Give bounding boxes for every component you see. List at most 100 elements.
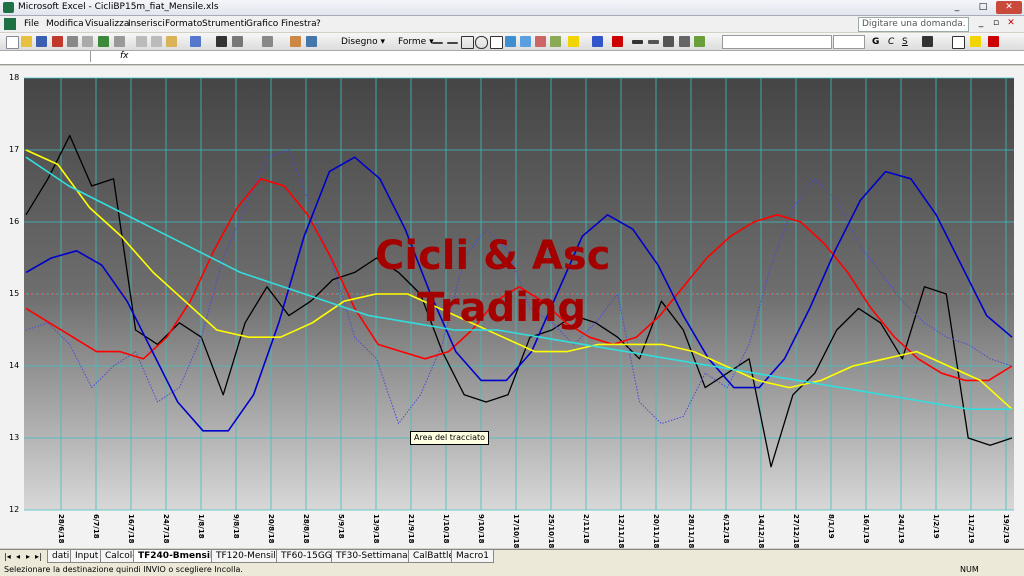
- line-tool-icon[interactable]: [432, 42, 443, 44]
- minimize-button[interactable]: _: [944, 1, 970, 14]
- x-tick-label: 20/8/18: [267, 514, 275, 544]
- x-tick-label: 28/11/18: [687, 514, 695, 549]
- text-color-icon[interactable]: [988, 36, 999, 47]
- fx-icon[interactable]: fx: [120, 51, 129, 61]
- font-size-combo[interactable]: [833, 35, 865, 49]
- autosum-icon[interactable]: [232, 36, 243, 47]
- maximize-button[interactable]: □: [970, 1, 996, 14]
- x-tick-label: 1/10/18: [442, 514, 450, 544]
- menu-strumenti[interactable]: Strumenti: [202, 19, 247, 29]
- next-sheet-button[interactable]: ▸: [26, 552, 30, 561]
- research-icon[interactable]: [114, 36, 125, 47]
- menu-visualizza[interactable]: Visualizza: [85, 19, 129, 29]
- menu-finestra[interactable]: Finestra: [281, 19, 317, 29]
- borders-icon[interactable]: [952, 36, 965, 49]
- print-icon[interactable]: [67, 36, 78, 47]
- textbox-icon[interactable]: [490, 36, 503, 49]
- formula-bar: fx: [0, 51, 1024, 65]
- menu-modifica[interactable]: Modifica: [46, 19, 84, 29]
- picture-icon[interactable]: [550, 36, 561, 47]
- first-sheet-button[interactable]: |◂: [4, 552, 11, 561]
- status-message: Selezionare la destinazione quindi INVIO…: [4, 565, 243, 574]
- underline-button[interactable]: S: [902, 37, 908, 47]
- clipart-icon[interactable]: [535, 36, 546, 47]
- menu-file[interactable]: File: [24, 19, 39, 29]
- diagram-icon[interactable]: [520, 36, 531, 47]
- menu-grafico[interactable]: Grafico: [246, 19, 278, 29]
- x-tick-label: 28/8/18: [302, 514, 310, 544]
- title-bar: Microsoft Excel - CicliBP15m_fiat_Mensil…: [0, 0, 1024, 16]
- doc-restore-button[interactable]: ▫: [990, 17, 1002, 29]
- excel-app-icon: [3, 2, 14, 13]
- chart-wizard-icon[interactable]: [290, 36, 301, 47]
- last-sheet-button[interactable]: ▸|: [35, 552, 42, 561]
- font-color-icon[interactable]: [612, 36, 623, 47]
- save-icon[interactable]: [36, 36, 47, 47]
- y-tick-label: 15: [9, 289, 20, 298]
- chart-tooltip: Area del tracciato: [410, 431, 489, 445]
- x-tick-label: 11/2/19: [967, 514, 975, 544]
- menu-inserisci[interactable]: Inserisci: [128, 19, 165, 29]
- x-tick-label: 1/8/18: [197, 514, 205, 539]
- undo-icon[interactable]: [190, 36, 201, 47]
- sheet-tab-tf60[interactable]: TF60-15GG: [276, 550, 337, 563]
- toolbar: Disegno ▾ Forme ▾ G C S: [0, 33, 1024, 51]
- bold-button[interactable]: G: [872, 37, 879, 47]
- shadow-icon[interactable]: [679, 36, 690, 47]
- copy-icon[interactable]: [151, 36, 162, 47]
- menu-help[interactable]: ?: [316, 19, 321, 29]
- sheet-tab-input[interactable]: Input: [70, 550, 104, 563]
- sort-icon[interactable]: [262, 36, 273, 47]
- help-question-input[interactable]: Digitare una domanda.: [858, 17, 969, 32]
- x-tick-label: 27/12/18: [792, 514, 800, 549]
- y-tick-label: 18: [9, 73, 20, 82]
- zoom-icon[interactable]: [306, 36, 317, 47]
- spelling-icon[interactable]: [98, 36, 109, 47]
- open-icon[interactable]: [21, 36, 32, 47]
- x-tick-label: 24/7/18: [162, 514, 170, 544]
- line-style-icon[interactable]: [632, 40, 643, 44]
- y-tick-label: 14: [9, 361, 20, 370]
- arrow-style-icon[interactable]: [663, 36, 674, 47]
- y-tick-label: 16: [9, 217, 20, 226]
- italic-button[interactable]: C: [888, 37, 894, 47]
- 3d-icon[interactable]: [694, 36, 705, 47]
- dash-style-icon[interactable]: [648, 40, 659, 44]
- doc-close-button[interactable]: ✕: [1005, 17, 1017, 29]
- permission-icon[interactable]: [52, 36, 63, 47]
- line-color-icon[interactable]: [592, 36, 603, 47]
- fill-color-icon[interactable]: [568, 36, 579, 47]
- font-name-combo[interactable]: [722, 35, 832, 49]
- doc-minimize-button[interactable]: _: [975, 17, 987, 29]
- status-bar: Selezionare la destinazione quindi INVIO…: [0, 564, 1024, 576]
- x-tick-label: 6/12/18: [722, 514, 730, 544]
- prev-sheet-button[interactable]: ◂: [16, 552, 20, 561]
- y-tick-label: 12: [9, 505, 20, 514]
- hyperlink-icon[interactable]: [216, 36, 227, 47]
- arrow-tool-icon[interactable]: [447, 42, 458, 44]
- print-preview-icon[interactable]: [82, 36, 93, 47]
- menu-formato[interactable]: Formato: [165, 19, 202, 29]
- new-icon[interactable]: [6, 36, 19, 49]
- close-button[interactable]: ✕: [996, 1, 1022, 14]
- x-tick-label: 12/11/18: [617, 514, 625, 549]
- x-tick-label: 13/9/18: [372, 514, 380, 544]
- oval-tool-icon[interactable]: [475, 36, 488, 49]
- shapes-menu-button[interactable]: Forme ▾: [398, 37, 434, 47]
- x-tick-label: 5/9/18: [337, 514, 345, 539]
- paste-icon[interactable]: [166, 36, 177, 47]
- x-tick-label: 25/10/18: [547, 514, 555, 549]
- sheet-tab-macro1[interactable]: Macro1: [451, 550, 494, 563]
- highlight-icon[interactable]: [970, 36, 981, 47]
- cut-icon[interactable]: [136, 36, 147, 47]
- x-tick-label: 20/11/18: [652, 514, 660, 549]
- rectangle-tool-icon[interactable]: [461, 36, 474, 49]
- currency-icon[interactable]: [922, 36, 933, 47]
- draw-menu-button[interactable]: Disegno ▾: [341, 37, 385, 47]
- y-tick-label: 13: [9, 433, 20, 442]
- wordart-icon[interactable]: [505, 36, 516, 47]
- name-box[interactable]: [2, 51, 91, 62]
- x-tick-label: 19/2/19: [1002, 514, 1010, 544]
- workbook-icon[interactable]: [4, 18, 16, 30]
- window-title: Microsoft Excel - CicliBP15m_fiat_Mensil…: [18, 2, 219, 12]
